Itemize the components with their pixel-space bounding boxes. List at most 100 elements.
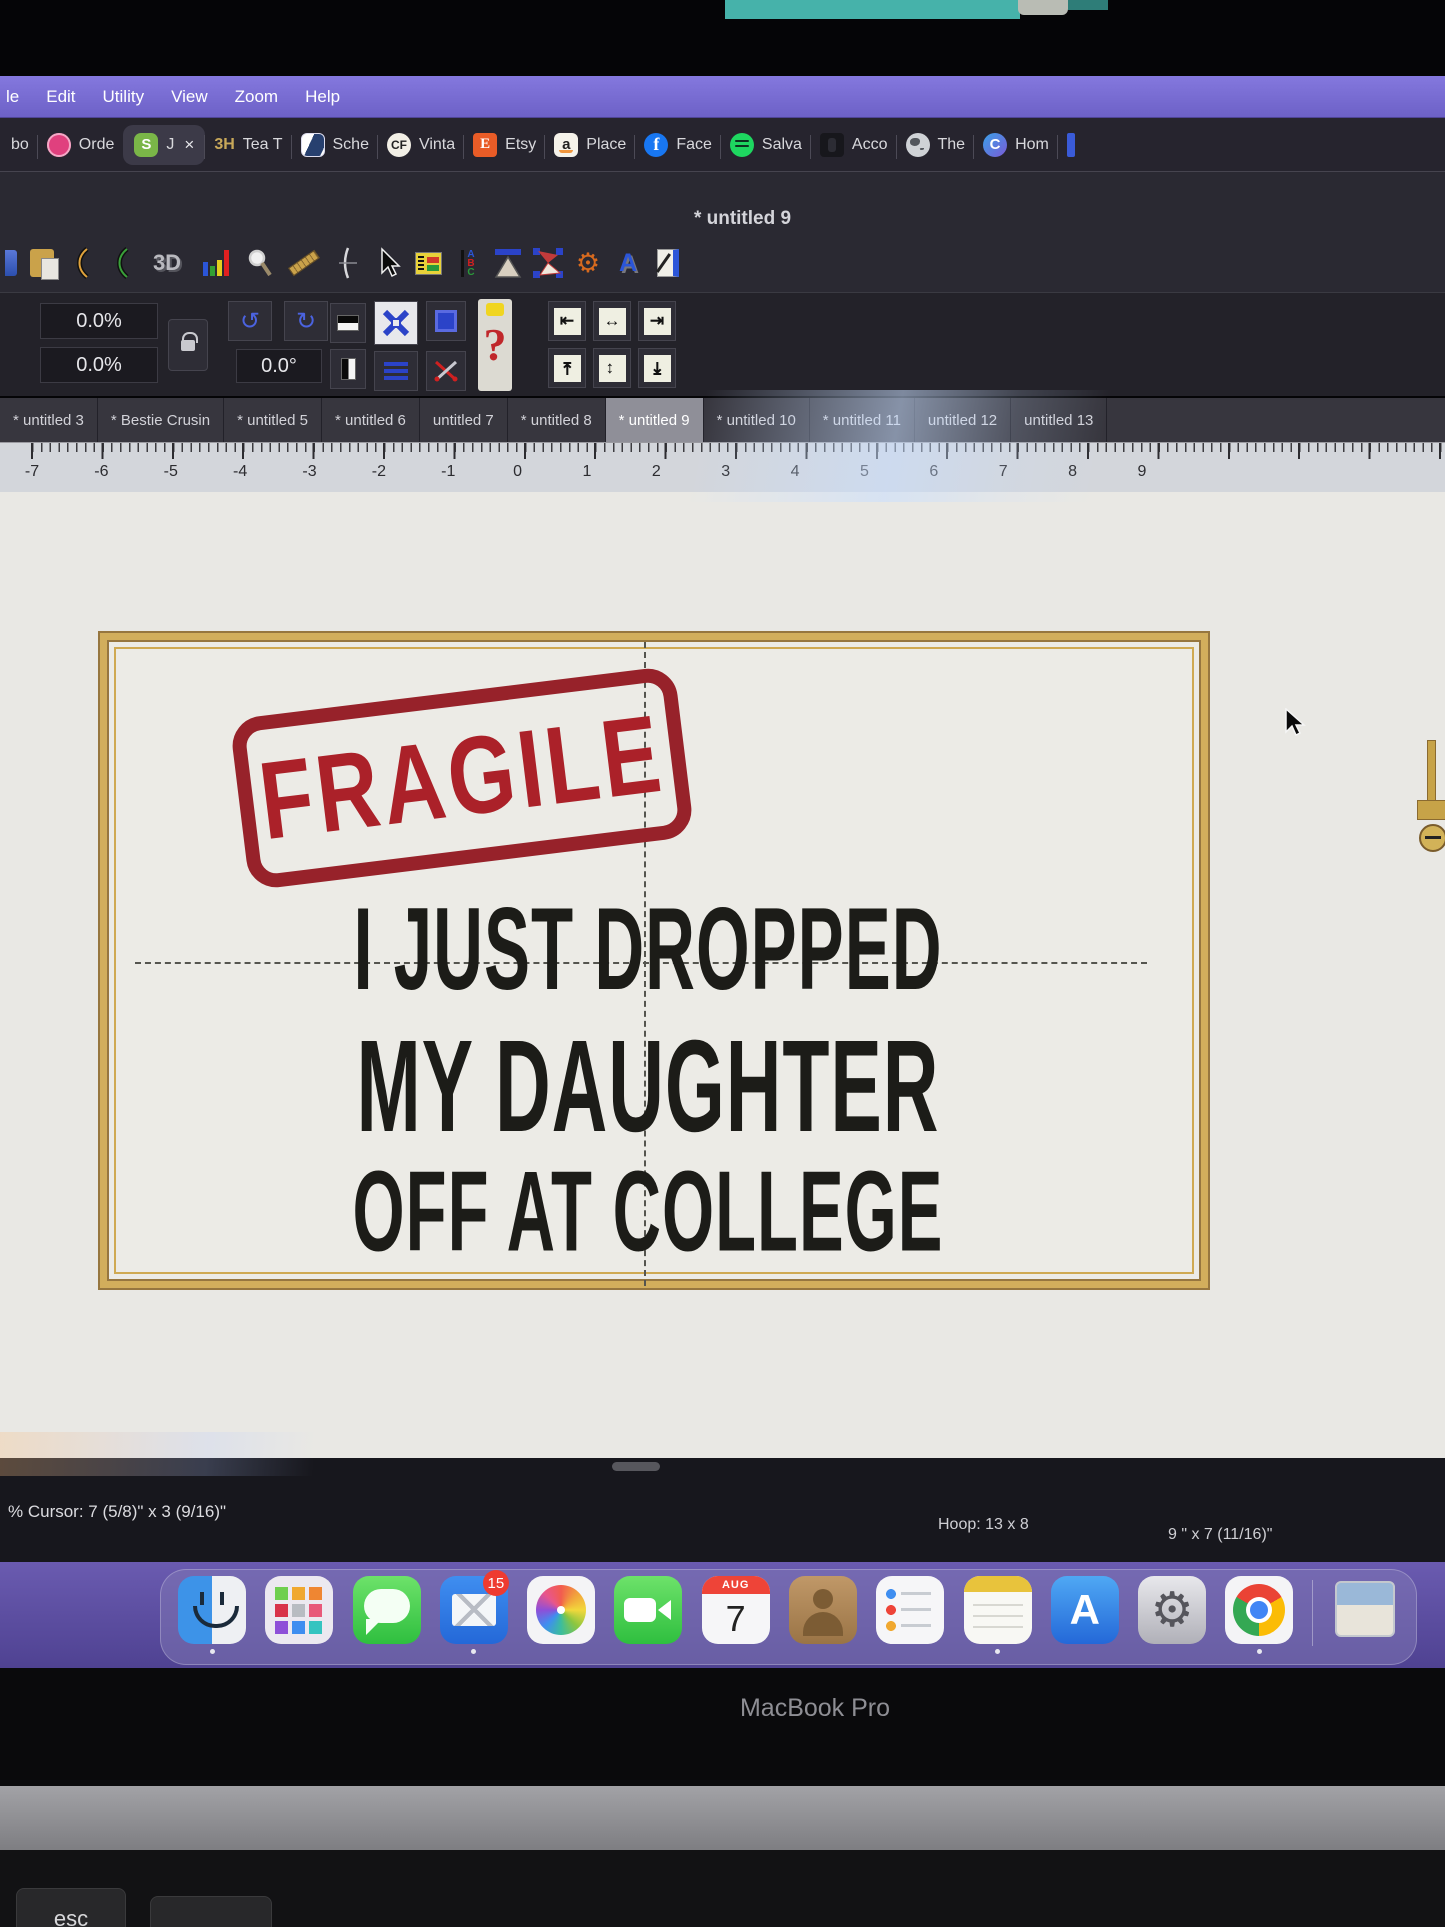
clipped-tool-icon <box>5 250 17 276</box>
bookmark-etsy[interactable]: E Etsy <box>463 127 545 163</box>
dock-photos[interactable] <box>526 1576 596 1664</box>
clipped-tool-button[interactable] <box>4 244 18 282</box>
doc-tab-untitled-3[interactable]: * untitled 3 <box>0 398 98 442</box>
menu-item-help[interactable]: Help <box>305 87 340 107</box>
doc-tab-untitled-6[interactable]: * untitled 6 <box>322 398 420 442</box>
align-left-button[interactable]: ⇤ <box>548 301 586 341</box>
doc-tab-untitled-10[interactable]: * untitled 10 <box>704 398 810 442</box>
reminders-icon <box>876 1576 945 1644</box>
bookmark-amazon[interactable]: a Place <box>544 127 635 163</box>
preview-tool-button[interactable] <box>492 244 524 282</box>
flip-vertical-icon <box>340 358 356 380</box>
menu-item-utility[interactable]: Utility <box>103 87 145 107</box>
sequence-tool-button[interactable]: ABC <box>452 244 484 282</box>
align-right-button[interactable]: ⇥ <box>638 301 676 341</box>
align-center-vertical-button[interactable]: ↔ <box>593 348 631 388</box>
dock-system-settings[interactable]: ⚙ <box>1137 1576 1207 1664</box>
align-top-button[interactable]: ⇤ <box>548 348 586 388</box>
menu-item-view[interactable]: View <box>171 87 208 107</box>
lettering-tool-button[interactable]: A <box>612 244 644 282</box>
lock-proportions-button[interactable] <box>168 319 208 371</box>
bookmark-vintage[interactable]: CF Vinta <box>376 127 464 163</box>
doc-tab-untitled-11[interactable]: * untitled 11 <box>810 398 915 442</box>
dock-chrome[interactable] <box>1224 1576 1294 1664</box>
tab-close-icon[interactable]: × <box>184 135 194 155</box>
horizontal-ruler: -7 -6 -5 -4 -3 -2 -1 0 12 34 56 78 9 <box>0 442 1445 492</box>
fragile-stamp-text: FRAGILE <box>253 691 671 864</box>
dock-reminders[interactable] <box>875 1576 945 1664</box>
design-text-line-3[interactable]: OFF AT COLLEGE <box>353 1147 944 1278</box>
ribbon-forward-icon <box>117 247 129 279</box>
blue-box-icon <box>435 310 457 332</box>
bookmark-facebook[interactable]: f Face <box>634 127 721 163</box>
stitch-chart-button[interactable] <box>196 244 236 282</box>
bookmark-bo-partial[interactable]: bo <box>2 130 38 160</box>
measure-tool-button[interactable] <box>284 244 324 282</box>
bookmark-orders[interactable]: Orde <box>36 127 124 163</box>
width-percent-field[interactable]: 0.0% <box>40 303 158 339</box>
triangle-preview-icon <box>494 249 522 278</box>
paste-tool-button[interactable] <box>26 244 59 282</box>
flip-vertical-button[interactable] <box>330 349 366 389</box>
doc-tab-untitled-7[interactable]: untitled 7 <box>420 398 508 442</box>
bookmark-spotify[interactable]: Salva <box>719 127 811 163</box>
blue-lines-icon <box>384 361 408 381</box>
design-carousel-button[interactable] <box>532 244 564 282</box>
doc-tab-untitled-13[interactable]: untitled 13 <box>1011 398 1108 442</box>
rotate-ccw-button[interactable]: ↺ <box>228 301 272 341</box>
design-text-line-2[interactable]: MY DAUGHTER <box>357 1012 940 1163</box>
bookmark-account[interactable]: Acco <box>809 127 897 163</box>
zoom-tool-button[interactable] <box>244 244 276 282</box>
center-design-button[interactable] <box>374 301 418 345</box>
menu-item-file-partial[interactable]: le <box>6 87 19 107</box>
doc-tab-untitled-8[interactable]: * untitled 8 <box>508 398 606 442</box>
dock-app-store[interactable]: A <box>1050 1576 1120 1664</box>
height-percent-field[interactable]: 0.0% <box>40 347 158 383</box>
gear-icon: ⚙ <box>575 247 601 278</box>
select-tool-button[interactable] <box>372 244 404 282</box>
dock-mail[interactable]: 15 <box>439 1570 509 1664</box>
design-text-line-1[interactable]: I JUST DROPPED <box>353 882 942 1016</box>
notes-tool-button[interactable] <box>652 244 684 282</box>
bookmark-home[interactable]: C Hom <box>973 127 1058 163</box>
three-d-view-button[interactable]: 3D <box>146 244 188 282</box>
laptop-body <box>0 1786 1445 1850</box>
thread-palette-button[interactable] <box>412 244 444 282</box>
menu-item-edit[interactable]: Edit <box>46 87 75 107</box>
doc-tab-bestie-crusin[interactable]: * Bestie Crusin <box>98 398 225 442</box>
design-canvas[interactable]: FRAGILE I JUST DROPPED MY DAUGHTER OFF A… <box>0 492 1445 1458</box>
browser-tab-shopify[interactable]: S J × <box>123 124 206 165</box>
dock-contacts[interactable] <box>788 1576 858 1664</box>
trim-stitches-button[interactable] <box>426 351 466 391</box>
macbook-pro-label: MacBook Pro <box>739 1694 891 1722</box>
hoop-forward-button[interactable] <box>106 244 138 282</box>
bookmark-tea[interactable]: 3H Tea T <box>204 127 291 163</box>
doc-tab-untitled-9-active[interactable]: * untitled 9 <box>605 398 704 442</box>
stitch-tool-button[interactable] <box>332 244 364 282</box>
dock-finder[interactable] <box>177 1576 247 1664</box>
arrange-layers-button[interactable] <box>374 351 418 391</box>
dock-window-preview[interactable] <box>1330 1576 1400 1664</box>
dock-calendar[interactable]: AUG 7 <box>701 1576 771 1664</box>
menu-item-zoom[interactable]: Zoom <box>235 87 278 107</box>
rotate-cw-button[interactable]: ↻ <box>284 301 328 341</box>
dock-launchpad[interactable] <box>264 1576 334 1664</box>
fit-hoop-button[interactable] <box>426 301 466 341</box>
flip-horizontal-button[interactable] <box>330 303 366 343</box>
messages-icon <box>352 1576 421 1644</box>
dock-notes[interactable] <box>963 1576 1033 1664</box>
help-button[interactable]: ? <box>478 299 512 391</box>
settings-tool-button[interactable]: ⚙ <box>572 244 604 282</box>
doc-tab-untitled-12[interactable]: untitled 12 <box>915 398 1012 442</box>
bookmark-partial-right[interactable] <box>1056 127 1084 163</box>
dock-facetime[interactable] <box>613 1576 683 1664</box>
bookmark-the[interactable]: The <box>895 127 975 163</box>
rotation-angle-field[interactable]: 0.0° <box>236 349 322 383</box>
align-bottom-button[interactable]: ⇥ <box>638 348 676 388</box>
bookmark-schedule[interactable]: Sche <box>290 127 378 163</box>
hoop-back-button[interactable] <box>66 244 98 282</box>
dock-messages[interactable] <box>352 1576 422 1664</box>
doc-tab-untitled-5[interactable]: * untitled 5 <box>224 398 322 442</box>
align-center-horizontal-button[interactable]: ↔ <box>593 301 631 341</box>
etsy-logo-icon: E <box>473 132 498 157</box>
